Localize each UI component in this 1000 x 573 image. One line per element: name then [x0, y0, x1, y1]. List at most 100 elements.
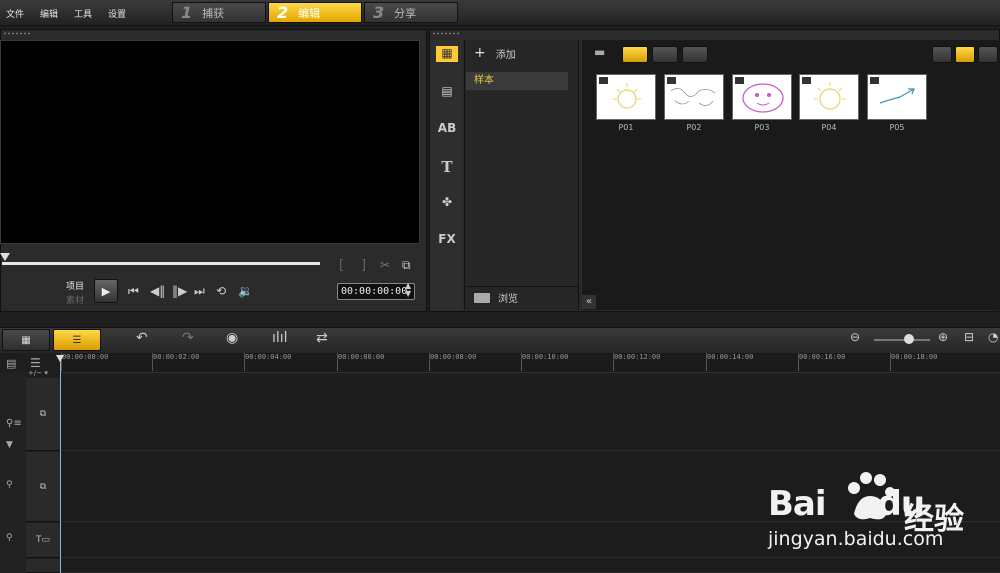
timecode-stepper-icon[interactable]: ▲ ▼ [405, 282, 411, 298]
step-edit-tab[interactable]: 2 编辑 [268, 2, 362, 23]
audio-mixer-icon[interactable]: ılıl [272, 330, 288, 346]
undo-icon[interactable]: ↶ [136, 330, 148, 346]
play-button[interactable]: ▶ [94, 279, 118, 303]
menu-edit[interactable]: 编辑 [40, 7, 58, 20]
preview-screen [0, 40, 420, 244]
media-thumbnail[interactable] [664, 74, 724, 120]
video-badge-icon [735, 77, 744, 84]
graphic-icon[interactable]: ✤ [436, 195, 458, 211]
media-thumbnail[interactable] [732, 74, 792, 120]
mark-in-button[interactable]: [ [339, 258, 344, 273]
fit-project-icon[interactable]: ⊟ [964, 330, 974, 344]
watermark-url: jingyan.baidu.com [768, 528, 944, 550]
clip-mode-label[interactable]: 素材 [66, 293, 84, 306]
video-badge-icon [599, 77, 608, 84]
menu-tools[interactable]: 工具 [74, 7, 92, 20]
menu-file[interactable]: 文件 [6, 7, 24, 20]
folder-item-samples[interactable]: 样本 [466, 72, 568, 90]
step-capture-tab[interactable]: 1 捕获 [172, 2, 266, 23]
video-track[interactable] [61, 378, 1000, 451]
repeat-icon[interactable]: ⟲ [216, 284, 226, 298]
next-frame-icon[interactable]: ‖▶ [172, 284, 187, 298]
fx-icon[interactable]: FX [436, 232, 458, 248]
step-label: 编辑 [298, 6, 321, 20]
ruler-tick-label: 00:00:12:00 [612, 353, 661, 371]
panel-grip[interactable] [432, 32, 460, 35]
enlarge-icon[interactable]: ⧉ [402, 258, 411, 273]
menu-settings[interactable]: 设置 [108, 7, 126, 20]
ruler-tick-label: 00:00:06:00 [336, 353, 385, 371]
media-thumbnail[interactable] [596, 74, 656, 120]
overlay-track-header[interactable]: ⧉ [26, 452, 60, 522]
thumbnail-label: P02 [686, 123, 702, 132]
volume-icon[interactable]: 🔉 [238, 284, 253, 298]
redo-icon[interactable]: ↷ [182, 330, 194, 346]
video-badge-icon [667, 77, 676, 84]
video-editor-window: 文件 编辑 工具 设置 1 捕获 2 编辑 3 分享 [ ] ✂ ⧉ 项目 素材… [0, 0, 1000, 573]
duration-icon[interactable]: ◔ [988, 330, 998, 344]
track-lock-icon[interactable]: ⚲ [6, 533, 13, 543]
options-button[interactable] [978, 46, 998, 63]
home-icon[interactable]: ⏮ [128, 284, 139, 299]
step-number: 1 [181, 3, 193, 22]
ruler-tick-label: 00:00:02:00 [151, 353, 200, 371]
show-audio-button[interactable] [682, 46, 708, 63]
paw-logo-icon [848, 472, 895, 520]
cut-icon[interactable]: ✂ [380, 258, 390, 272]
panel-grip[interactable] [3, 32, 31, 35]
zoom-slider-handle[interactable] [904, 334, 914, 344]
collapse-library-button[interactable]: « [582, 295, 596, 309]
timecode-field[interactable]: 00:00:00:00 [337, 283, 415, 300]
project-mode-label[interactable]: 项目 [66, 279, 84, 292]
media-thumbnail[interactable] [799, 74, 859, 120]
zoom-in-icon[interactable]: ⊕ [938, 330, 948, 344]
media-icon[interactable]: ▦ [436, 46, 458, 62]
playhead-handle[interactable] [56, 355, 64, 362]
end-icon[interactable]: ⏭ [194, 284, 205, 299]
folder-open-icon[interactable]: ▬ [594, 45, 605, 59]
ruler-tick-label: 00:00:00:00 [60, 353, 109, 371]
video-badge-icon [870, 77, 879, 84]
show-photo-button[interactable] [652, 46, 678, 63]
mark-out-button[interactable]: ] [361, 258, 366, 273]
thumbnail-label: P04 [821, 123, 837, 132]
show-video-button[interactable] [622, 46, 648, 63]
track-manager-icon[interactable]: ▤ [6, 357, 16, 370]
record-capture-icon[interactable]: ◉ [226, 330, 238, 346]
step-share-tab[interactable]: 3 分享 [364, 2, 458, 23]
overlay-track-icon: ⧉ [39, 481, 47, 492]
ruler-tick-label: 00:00:14:00 [705, 353, 754, 371]
title-track-header[interactable]: T▭ [26, 523, 60, 558]
watermark-brand-bai: Bai [768, 484, 827, 524]
ripple-edit-icon[interactable]: ⚲≡ [6, 418, 22, 429]
voice-track-header[interactable] [26, 559, 60, 573]
media-thumbnail[interactable] [867, 74, 927, 120]
scrub-handle[interactable] [0, 253, 10, 261]
add-folder-button[interactable]: + 添加 [474, 45, 516, 61]
thumbnail-view-button[interactable] [955, 46, 975, 63]
filmstrip-icon: ▦ [21, 334, 31, 346]
track-side-column [0, 373, 26, 573]
add-folder-label: 添加 [495, 49, 516, 61]
timeline-view-button[interactable]: ☰ [53, 329, 101, 351]
list-view-button[interactable] [932, 46, 952, 63]
title-ab-icon[interactable]: AB [436, 121, 458, 137]
baidu-jingyan-watermark: Bai du 经验 jingyan.baidu.com [768, 470, 1000, 570]
scrub-bar[interactable] [2, 262, 320, 265]
expand-icon[interactable]: ▼ [6, 440, 13, 450]
text-t-icon[interactable]: T [436, 158, 458, 176]
video-track-header[interactable]: ⧉ [26, 378, 60, 451]
transition-icon[interactable]: ▤ [436, 84, 458, 100]
zoom-slider[interactable] [874, 339, 930, 341]
video-track-icon: ⧉ [39, 409, 47, 419]
zoom-out-icon[interactable]: ⊖ [850, 330, 860, 344]
add-track-icon[interactable]: +/− ▾ [28, 369, 48, 377]
track-list-icon[interactable]: ☰ [30, 356, 41, 370]
thumbnail-label: P01 [618, 123, 634, 132]
previous-frame-icon[interactable]: ◀‖ [150, 284, 165, 298]
track-lock-icon[interactable]: ⚲ [6, 480, 13, 490]
storyboard-view-button[interactable]: ▦ [2, 329, 50, 351]
auto-music-icon[interactable]: ⇄ [316, 330, 328, 346]
browse-button[interactable]: 浏览 [466, 286, 578, 308]
step-label: 分享 [394, 6, 417, 20]
